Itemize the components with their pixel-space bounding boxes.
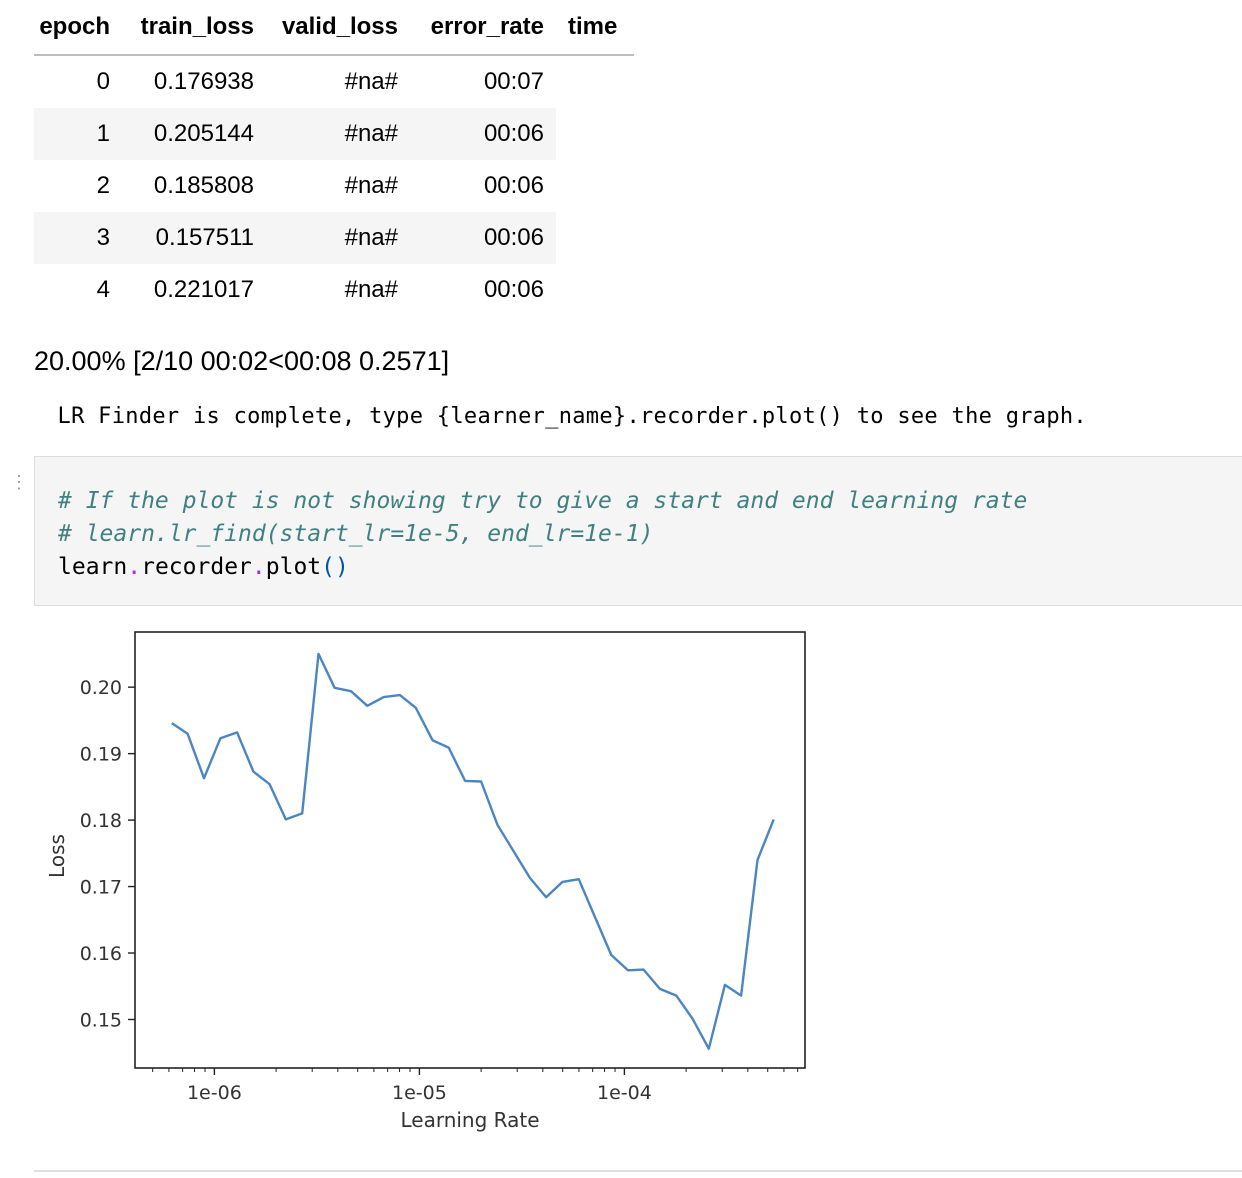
y-tick-label: 0.16 <box>80 943 122 965</box>
table-cell: 0.205144 <box>122 108 266 160</box>
table-cell: 2 <box>96 172 110 199</box>
table-row: 2 0.185808 #na# 00:06 <box>34 160 634 212</box>
y-tick-label: 0.20 <box>80 677 122 699</box>
table-cell: #na# <box>344 276 398 303</box>
table-cell: 1 <box>34 108 122 160</box>
table-row: 3 0.157511 #na# 00:06 <box>34 212 634 264</box>
table-cell <box>556 212 634 264</box>
stdout-text: LR Finder is complete, type {learner_nam… <box>44 404 1087 429</box>
table-cell: #na# <box>344 68 398 95</box>
next-cell-edge <box>34 1170 1242 1172</box>
table-cell: 0.176938 <box>153 68 254 95</box>
table-cell: 0.221017 <box>153 276 254 303</box>
y-tick-label: 0.19 <box>80 744 122 766</box>
chart-marks: 1e-06 1e-05 1e-04 0.15 0.16 0.17 0.18 0.19 0.20 <box>80 652 799 1104</box>
code-comment: # If the plot is not showing try to give… <box>58 488 1028 514</box>
table-cell: 00:07 <box>483 68 544 95</box>
loss-line <box>171 652 775 1050</box>
table-row: 4 0.221017 #na# 00:06 <box>34 264 634 316</box>
drag-handle-icon[interactable]: ⋮ <box>10 473 28 491</box>
table-row: 1 0.205144 #na# 00:06 <box>34 108 634 160</box>
x-tick-label: 1e-06 <box>187 1082 242 1104</box>
table-header-row: epoch train_loss valid_loss error_rate t… <box>34 0 634 56</box>
code-token: () <box>321 554 349 580</box>
table-cell <box>556 160 634 212</box>
column-header: epoch <box>34 0 122 56</box>
code-editor[interactable]: # If the plot is not showing try to give… <box>58 485 1027 584</box>
code-token: learn <box>58 554 128 580</box>
table-cell: 0.185808 <box>153 172 254 199</box>
results-table: epoch train_loss valid_loss error_rate t… <box>34 0 634 316</box>
table-cell: 3 <box>34 212 122 264</box>
column-header: valid_loss <box>266 0 410 56</box>
table-cell: 00:06 <box>483 276 544 303</box>
progress-text: 20.00% [2/10 00:02<00:08 0.2571] <box>34 346 450 376</box>
x-axis-label: Learning Rate <box>400 1108 539 1132</box>
y-axis-label: Loss <box>45 834 69 878</box>
lr-finder-chart: 1e-06 1e-05 1e-040.150.160.170.180.190.20 … <box>45 631 806 1132</box>
table-cell: 00:06 <box>483 172 544 199</box>
table-cell: #na# <box>344 172 398 199</box>
code-comment: # learn.lr_find(start_lr=1e-5, end_lr=1e… <box>58 521 654 547</box>
table-cell <box>556 108 634 160</box>
column-header: error_rate <box>410 0 556 56</box>
table-cell <box>556 55 634 108</box>
table-cell: 0 <box>96 68 110 95</box>
table-cell: 0.157511 <box>122 212 266 264</box>
table-cell: 00:06 <box>410 108 556 160</box>
code-cell[interactable]: # If the plot is not showing try to give… <box>34 456 1242 606</box>
x-tick-label: 1e-05 <box>392 1082 447 1104</box>
y-tick-label: 0.15 <box>80 1009 122 1031</box>
y-tick-label: 0.18 <box>80 810 122 832</box>
table-cell: 00:06 <box>410 212 556 264</box>
table-cell <box>556 264 634 316</box>
code-token: . <box>127 554 142 580</box>
table-cell: #na# <box>266 108 410 160</box>
column-header: time <box>556 0 634 56</box>
y-tick-label: 0.17 <box>80 877 122 899</box>
x-tick-label: 1e-04 <box>597 1082 652 1104</box>
code-token: recorder <box>141 554 252 580</box>
code-token: . <box>251 554 266 580</box>
code-token: plot <box>265 554 322 580</box>
table-row: 0 0.176938 #na# 00:07 <box>34 55 634 108</box>
column-header: train_loss <box>122 0 266 56</box>
table-cell: 4 <box>96 276 110 303</box>
table-cell: #na# <box>266 212 410 264</box>
plot-frame <box>134 631 806 1069</box>
